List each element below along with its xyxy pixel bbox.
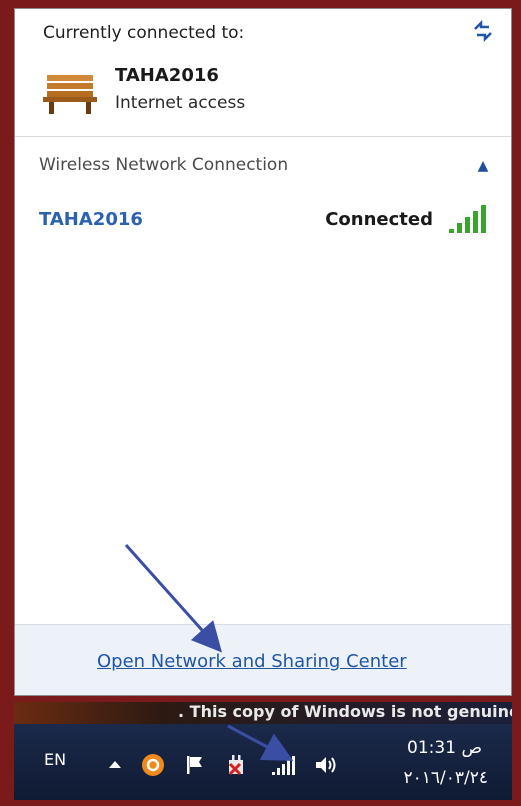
action-center-flag-icon[interactable] [182,752,208,778]
refresh-icon[interactable] [469,19,497,43]
current-network-status: Internet access [115,93,246,113]
open-network-sharing-center-link[interactable]: Open Network and Sharing Center [97,651,407,672]
wifi-network-status: Connected [325,209,433,230]
network-signal-icon[interactable] [270,752,296,778]
network-bench-icon [43,75,97,114]
wireless-section-title: Wireless Network Connection [39,155,289,175]
app-orange-icon[interactable] [140,752,166,778]
divider [15,136,511,137]
chevron-up-icon[interactable]: ▲ [475,159,491,173]
windows-not-genuine-banner: . This copy of Windows is not genuine [14,702,512,724]
clock-date[interactable]: ٢٠١٦/٠٣/٢٤ [403,768,488,788]
clock-time[interactable]: 01:31 ص [407,738,482,758]
popup-footer: Open Network and Sharing Center [15,624,511,695]
network-popup: Currently connected to: TAHA2016 Interne… [14,8,512,696]
watermark-text: . This copy of Windows is not genuine [178,702,512,721]
show-hidden-icons-icon[interactable] [102,752,128,778]
taskbar: EN 01:31 ص ٢٠١٦/٠٣/٢٤ [14,724,512,800]
currently-connected-label: Currently connected to: [43,23,245,43]
language-indicator[interactable]: EN [44,750,66,769]
current-network-name: TAHA2016 [115,65,219,86]
wifi-network-name[interactable]: TAHA2016 [39,209,143,230]
volume-icon[interactable] [312,752,338,778]
power-plug-icon[interactable] [224,752,250,778]
signal-strength-icon [449,205,486,233]
